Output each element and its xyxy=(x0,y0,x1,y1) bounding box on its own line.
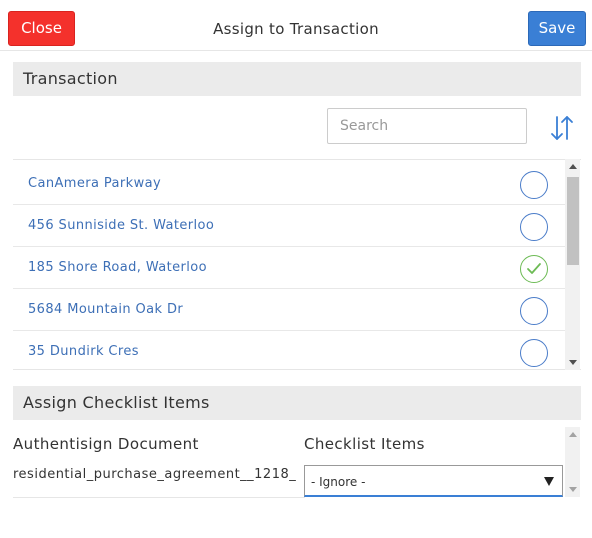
radio-unchecked-icon[interactable] xyxy=(520,339,548,367)
document-column-header: Authentisign Document xyxy=(13,435,199,453)
transaction-row[interactable]: 456 Sunniside St. Waterloo xyxy=(13,205,565,247)
checklist-section-header: Assign Checklist Items xyxy=(13,386,581,420)
row-divider xyxy=(13,497,305,498)
transaction-label[interactable]: 5684 Mountain Oak Dr xyxy=(28,302,183,317)
radio-unchecked-icon[interactable] xyxy=(520,213,548,241)
transaction-label[interactable]: 185 Shore Road, Waterloo xyxy=(28,260,207,275)
radio-unchecked-icon[interactable] xyxy=(520,171,548,199)
scroll-down-icon[interactable] xyxy=(569,487,577,492)
checklist-items-column-header: Checklist Items xyxy=(304,435,425,453)
transaction-list-scrollbar[interactable] xyxy=(565,159,580,370)
document-name: residential_purchase_agreement__1218_ xyxy=(13,467,297,482)
transaction-label[interactable]: 35 Dundirk Cres xyxy=(28,344,139,359)
sort-arrows-icon[interactable] xyxy=(548,113,576,143)
modal-header: Close Assign to Transaction Save xyxy=(0,0,592,51)
search-input[interactable] xyxy=(327,108,527,144)
transaction-row[interactable]: 5684 Mountain Oak Dr xyxy=(13,289,565,331)
radio-checked-icon[interactable] xyxy=(520,255,548,283)
save-button[interactable]: Save xyxy=(528,11,586,46)
caret-down-icon[interactable] xyxy=(544,477,554,486)
checklist-scrollbar[interactable] xyxy=(565,427,580,497)
scroll-up-icon[interactable] xyxy=(569,164,577,169)
radio-unchecked-icon[interactable] xyxy=(520,297,548,325)
transaction-label[interactable]: 456 Sunniside St. Waterloo xyxy=(28,218,214,233)
scroll-up-icon[interactable] xyxy=(569,432,577,437)
select-value: - Ignore - xyxy=(311,475,366,489)
transaction-list: CanAmera Parkway 456 Sunniside St. Water… xyxy=(13,159,581,370)
transaction-row[interactable]: CanAmera Parkway xyxy=(13,163,565,205)
transaction-row[interactable]: 35 Dundirk Cres xyxy=(13,331,565,369)
transaction-row[interactable]: 185 Shore Road, Waterloo xyxy=(13,247,565,289)
transaction-section-header: Transaction xyxy=(13,62,581,96)
transaction-label[interactable]: CanAmera Parkway xyxy=(28,176,161,191)
checkmark-icon xyxy=(527,263,541,274)
checklist-item-select[interactable]: - Ignore - xyxy=(304,465,563,497)
modal-title: Assign to Transaction xyxy=(213,20,379,38)
scroll-down-icon[interactable] xyxy=(569,360,577,365)
scrollbar-thumb[interactable] xyxy=(567,177,579,265)
